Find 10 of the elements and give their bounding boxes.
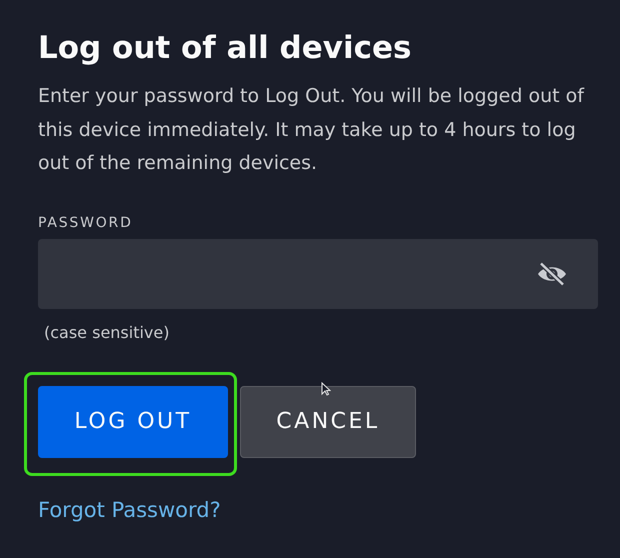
field-label: PASSWORD [38, 214, 134, 230]
eye-slash-icon[interactable] [536, 262, 568, 286]
description-text: Enter your password to Log Out. You will be logged out of this device immediately. It may take up to 4 hours to log out of the remaining devices. [38, 84, 586, 176]
hint-text: (case sensitive) [44, 322, 170, 342]
cancel-button[interactable]: CANCEL [240, 386, 416, 458]
mouse-pointer-icon [321, 382, 331, 396]
password-field[interactable] [38, 238, 598, 308]
forgot-password-link[interactable]: Forgot Password? [38, 498, 221, 522]
dialog-title: Log out of all devices [38, 29, 412, 68]
log-out-button[interactable]: LOG OUT [38, 386, 228, 458]
